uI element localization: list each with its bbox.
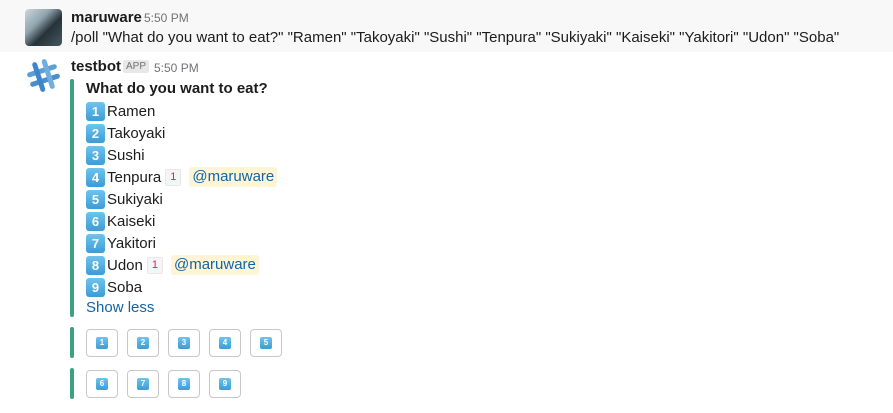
message-timestamp[interactable]: 5:50 PM <box>144 11 189 25</box>
vote-button-6[interactable]: 6 <box>86 370 118 398</box>
keycap-digit-icon: 7 <box>86 233 105 253</box>
poll-option-label: Yakitori <box>107 234 156 252</box>
poll-option-label: Soba <box>107 278 143 296</box>
vote-button-2[interactable]: 2 <box>127 329 159 357</box>
vote-button-7[interactable]: 7 <box>127 370 159 398</box>
keycap-digit-icon: 4 <box>86 167 105 187</box>
poll-option: 3 Sushi <box>86 144 277 166</box>
user-mention[interactable]: @maruware <box>189 167 278 187</box>
keycap-digit-icon: 9 <box>86 277 105 297</box>
vote-button-1[interactable]: 1 <box>86 329 118 357</box>
show-less-link[interactable]: Show less <box>86 299 154 316</box>
poll-option-label: Tenpura <box>107 168 162 186</box>
poll-option: 5 Sukiyaki <box>86 188 277 210</box>
slack-hash-icon <box>27 59 60 92</box>
poll-option: 2 Takoyaki <box>86 122 277 144</box>
poll-option-label: Sushi <box>107 146 145 164</box>
keycap-digit-icon: 8 <box>178 378 190 390</box>
attachment-bar <box>70 79 74 317</box>
keycap-digit-icon: 2 <box>137 337 149 349</box>
keycap-digit-icon: 8 <box>86 255 105 275</box>
poll-option: 8 Udon 1 @maruware <box>86 254 277 276</box>
keycap-digit-icon: 2 <box>86 123 105 143</box>
poll-options: 1 Ramen 2 Takoyaki 3 Sushi 4 Tenpura 1 @… <box>86 100 278 298</box>
keycap-digit-icon: 3 <box>86 145 105 165</box>
vote-button-3[interactable]: 3 <box>168 329 200 357</box>
message-text: /poll "What do you want to eat?" "Ramen"… <box>71 29 840 46</box>
vote-button-4[interactable]: 4 <box>209 329 241 357</box>
bot-author[interactable]: testbot <box>71 58 121 75</box>
poll-option-label: Kaiseki <box>107 212 156 230</box>
poll-option-label: Takoyaki <box>107 124 166 142</box>
app-badge: APP <box>123 60 150 73</box>
vote-count: 1 <box>146 256 163 274</box>
poll-option: 7 Yakitori <box>86 232 277 254</box>
keycap-digit-icon: 6 <box>86 211 105 231</box>
keycap-digit-icon: 9 <box>219 378 231 390</box>
keycap-digit-icon: 3 <box>178 337 190 349</box>
keycap-digit-icon: 1 <box>96 337 108 349</box>
keycap-digit-icon: 4 <box>219 337 231 349</box>
vote-button-8[interactable]: 8 <box>168 370 200 398</box>
vote-count: 1 <box>165 168 182 186</box>
poll-option: 1 Ramen <box>86 100 277 122</box>
user-avatar[interactable] <box>25 9 62 46</box>
bot-timestamp[interactable]: 5:50 PM <box>154 61 199 75</box>
keycap-digit-icon: 6 <box>96 378 108 390</box>
button-row-bar <box>70 327 74 358</box>
vote-button-9[interactable]: 9 <box>209 370 241 398</box>
poll-option-label: Ramen <box>107 102 156 120</box>
keycap-digit-icon: 1 <box>86 101 105 121</box>
message-author[interactable]: maruware <box>71 9 142 26</box>
poll-title: What do you want to eat? <box>86 80 268 97</box>
bot-avatar[interactable] <box>25 57 62 94</box>
user-message: maruware 5:50 PM /poll "What do you want… <box>0 0 893 52</box>
poll-option: 4 Tenpura 1 @maruware <box>86 166 278 188</box>
poll-option-label: Sukiyaki <box>107 190 163 208</box>
keycap-digit-icon: 5 <box>86 189 105 209</box>
poll-option: 9 Soba <box>86 276 277 298</box>
user-mention[interactable]: @maruware <box>170 255 259 275</box>
vote-button-5[interactable]: 5 <box>250 329 282 357</box>
button-row-bar <box>70 368 74 399</box>
keycap-digit-icon: 5 <box>260 337 272 349</box>
poll-option-label: Udon <box>107 256 143 274</box>
poll-option: 6 Kaiseki <box>86 210 277 232</box>
keycap-digit-icon: 7 <box>137 378 149 390</box>
